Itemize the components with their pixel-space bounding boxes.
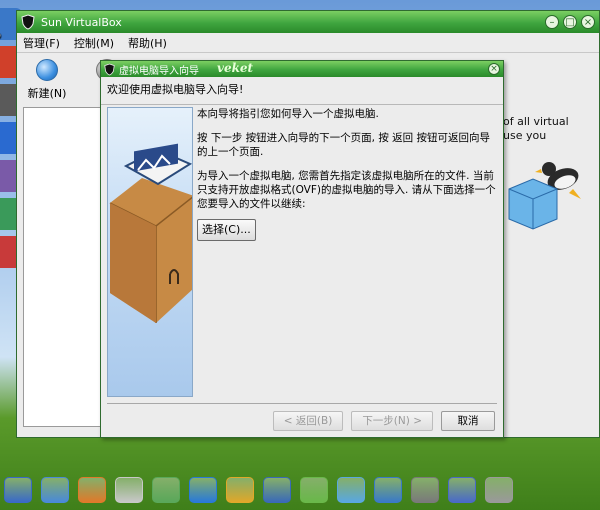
email-icon[interactable] — [115, 477, 143, 503]
menu-manage[interactable]: 管理(F) — [23, 35, 60, 51]
theme-brand-text: veket — [217, 61, 254, 75]
wizard-shield-icon — [104, 63, 115, 75]
vbox-titlebar: Sun VirtualBox – □ × — [17, 11, 599, 33]
media-icon[interactable] — [152, 477, 180, 503]
taskbar — [0, 470, 600, 510]
runner-icon[interactable] — [226, 477, 254, 503]
browser-icon[interactable] — [78, 477, 106, 503]
menu-help[interactable]: 帮助(H) — [128, 35, 167, 51]
close-button[interactable]: × — [581, 15, 595, 29]
next-button[interactable]: 下一步(N) > — [351, 411, 433, 431]
network-icon[interactable] — [374, 477, 402, 503]
start-menu-icon[interactable] — [4, 477, 32, 503]
computer-icon[interactable] — [41, 477, 69, 503]
import-wizard-dialog: 虚拟电脑导入向导 veket × 欢迎使用虚拟电脑导入向导! 本向导将指引您如何… — [100, 60, 504, 438]
menu-control[interactable]: 控制(M) — [74, 35, 114, 51]
spreadsheet-icon[interactable] — [300, 477, 328, 503]
virtualbox-cube-icon — [508, 178, 558, 230]
wizard-title: 虚拟电脑导入向导 — [119, 65, 199, 77]
vbox-window-title: Sun VirtualBox — [41, 15, 122, 29]
wizard-heading: 欢迎使用虚拟电脑导入向导! — [101, 77, 503, 105]
wizard-close-icon[interactable]: × — [488, 63, 500, 75]
maximize-button[interactable]: □ — [563, 15, 577, 29]
new-vm-button[interactable]: 新建(N) — [27, 59, 67, 101]
wizard-button-row: < 返回(B) 下一步(N) > 取消 — [272, 411, 495, 431]
welcome-text-fragment: of all virtual use you — [503, 115, 569, 142]
vbox-menubar: 管理(F) 控制(M) 帮助(H) — [17, 33, 599, 53]
vm-list-panel[interactable] — [23, 107, 103, 427]
wizard-titlebar: 虚拟电脑导入向导 veket × — [101, 61, 503, 77]
new-vm-label: 新建(N) — [27, 87, 67, 100]
desktop-shortcut-label: opp — [0, 30, 1, 41]
document-icon[interactable] — [263, 477, 291, 503]
wizard-navigation-text: 按 下一步 按钮进入向导的下一个页面, 按 返回 按钮可返回向导的上一个页面. — [197, 132, 491, 158]
image-viewer-icon[interactable] — [337, 477, 365, 503]
wizard-content: 本向导将指引您如何导入一个虚拟电脑. 按 下一步 按钮进入向导的下一个页面, 按… — [197, 107, 497, 241]
choose-file-button[interactable]: 选择(C)... — [197, 219, 256, 241]
new-vm-icon — [36, 59, 58, 81]
wizard-intro-text: 本向导将指引您如何导入一个虚拟电脑. — [197, 108, 379, 120]
wizard-side-image — [107, 107, 193, 397]
back-button[interactable]: < 返回(B) — [272, 411, 344, 431]
virtualbox-shield-icon — [21, 14, 35, 30]
cancel-button[interactable]: 取消 — [441, 411, 495, 431]
wizard-footer-divider — [107, 403, 497, 404]
wizard-instruction-text: 为导入一个虚拟电脑, 您需首先指定该虚拟电脑所在的文件. 当前只支持开放虚拟格式… — [197, 170, 496, 210]
camera-icon[interactable] — [485, 477, 513, 503]
minimize-button[interactable]: – — [545, 15, 559, 29]
terminal-icon[interactable] — [411, 477, 439, 503]
shield-icon[interactable] — [448, 477, 476, 503]
virtualbox-box-illustration-icon — [109, 143, 192, 323]
globe-icon[interactable] — [189, 477, 217, 503]
